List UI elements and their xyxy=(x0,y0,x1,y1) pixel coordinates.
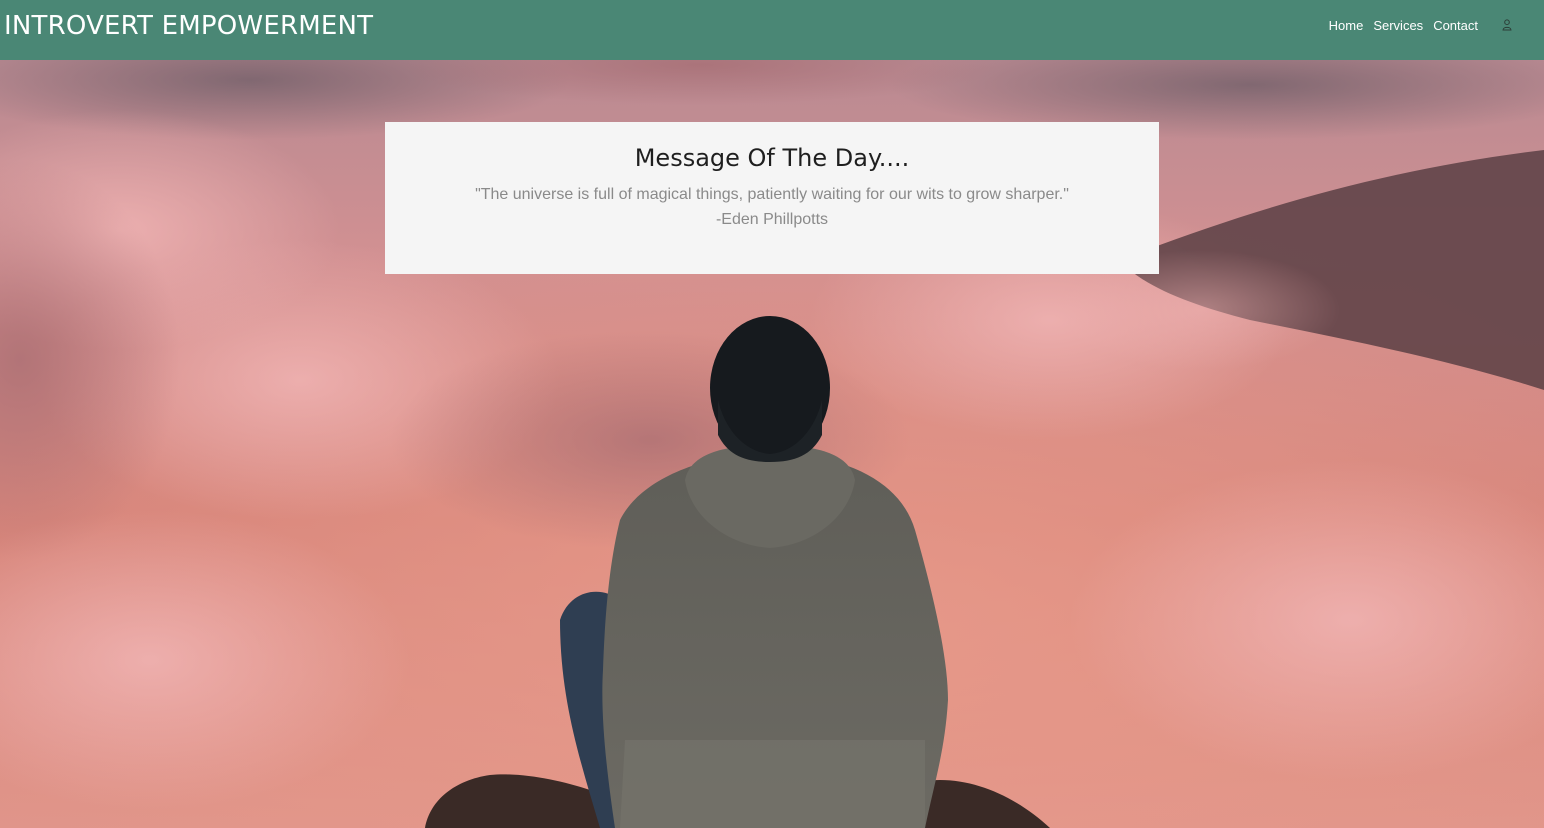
user-icon[interactable] xyxy=(1494,15,1520,35)
message-quote: "The universe is full of magical things,… xyxy=(475,186,1069,203)
message-quote-block: "The universe is full of magical things,… xyxy=(385,182,1159,232)
message-title: Message Of The Day.... xyxy=(634,144,910,172)
message-author: -Eden Phillpotts xyxy=(715,211,829,228)
main-nav: Home Services Contact xyxy=(1329,15,1520,35)
nav-services-link[interactable]: Services xyxy=(1373,18,1423,33)
brand-logo[interactable]: INTROVERT EMPOWERMENT xyxy=(4,11,373,41)
top-navbar: INTROVERT EMPOWERMENT Home Services Cont… xyxy=(0,0,1544,60)
message-of-the-day-card: Message Of The Day.... "The universe is … xyxy=(385,122,1159,274)
nav-home-link[interactable]: Home xyxy=(1329,18,1364,33)
page: INTROVERT EMPOWERMENT Home Services Cont… xyxy=(0,0,1544,828)
nav-contact-link[interactable]: Contact xyxy=(1433,18,1478,33)
